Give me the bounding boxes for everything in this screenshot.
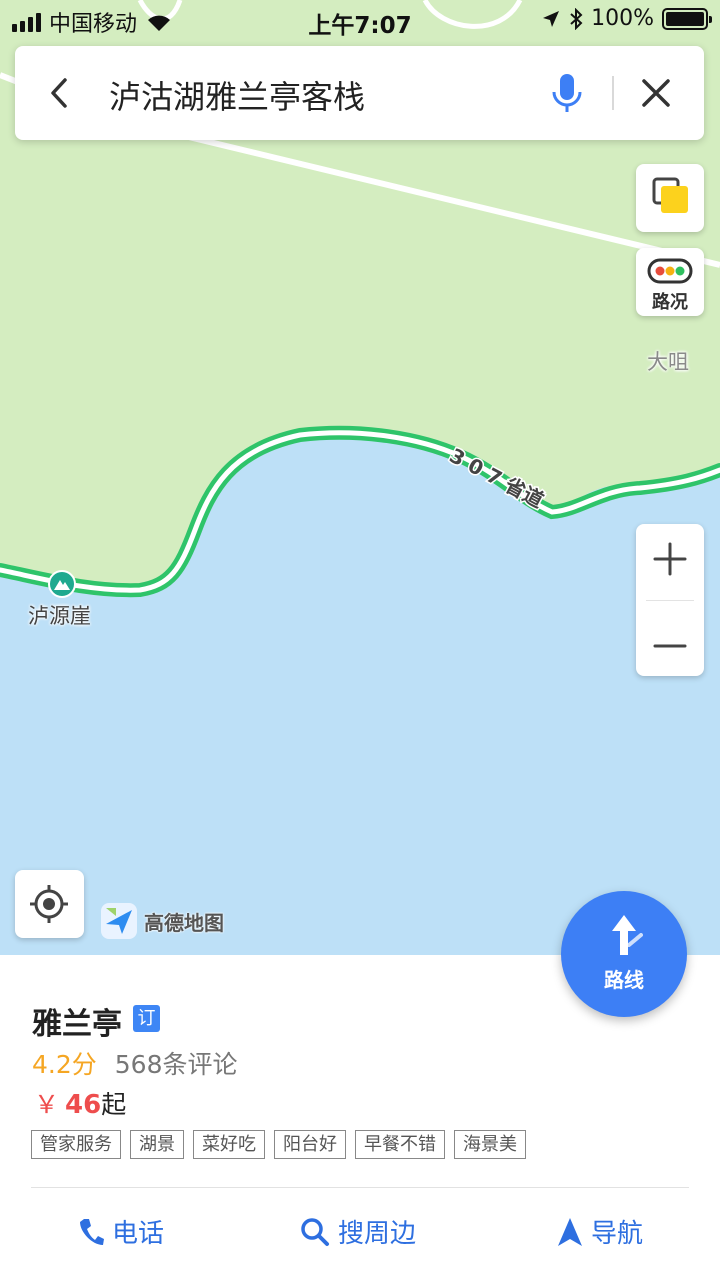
zoom-in-icon[interactable]: [636, 524, 704, 600]
traffic-label: 路况: [652, 292, 688, 313]
price-value: 46: [65, 1090, 102, 1120]
map-view[interactable]: 3 0 7 省道 大咀 泸源崖 高德地图: [0, 0, 720, 955]
close-icon[interactable]: [637, 74, 675, 112]
zoom-divider: [646, 600, 694, 601]
phone-icon: [80, 1218, 104, 1245]
price-row: ￥ 46起: [34, 1085, 126, 1121]
tag: 管家服务: [31, 1130, 121, 1159]
map-label-luyuanya[interactable]: 泸源崖: [28, 600, 91, 630]
crosshair-icon: [30, 885, 68, 923]
microphone-icon[interactable]: [547, 70, 587, 116]
back-arrow-icon[interactable]: [41, 74, 79, 112]
layers-icon: [652, 177, 688, 213]
sheet-divider: [31, 1187, 689, 1188]
location-arrow-icon: [543, 10, 560, 27]
battery-icon: [662, 7, 712, 30]
tag: 早餐不错: [355, 1130, 445, 1159]
price-symbol: ￥: [34, 1090, 60, 1119]
search-divider: [612, 76, 614, 110]
poi-mountain-icon[interactable]: [48, 570, 76, 598]
search-input[interactable]: 泸沽湖雅兰亭客栈: [109, 72, 365, 118]
search-nearby-label: 搜周边: [338, 1219, 417, 1249]
route-arrow-icon: [612, 915, 643, 955]
amap-logo: 高德地图: [100, 902, 224, 940]
search-nearby-button[interactable]: 搜周边: [300, 1213, 416, 1250]
traffic-button[interactable]: 路况: [636, 248, 704, 316]
booking-badge: 订: [133, 1005, 160, 1032]
phone-button[interactable]: 电话: [78, 1213, 164, 1250]
tag: 阳台好: [274, 1130, 346, 1159]
navigate-button[interactable]: 导航: [557, 1213, 643, 1250]
phone-label: 电话: [112, 1219, 165, 1249]
search-bar[interactable]: 泸沽湖雅兰亭客栈: [15, 46, 704, 140]
rating-row: 4.2分 568条评论: [32, 1045, 237, 1081]
map-label-dazui[interactable]: 大咀: [647, 346, 689, 376]
zoom-out-icon[interactable]: [636, 604, 704, 680]
route-label: 路线: [604, 968, 644, 992]
review-count[interactable]: 568条评论: [115, 1050, 238, 1079]
traffic-light-icon: [647, 258, 693, 284]
navigate-label: 导航: [591, 1219, 644, 1249]
place-name: 雅兰亭: [32, 1007, 122, 1042]
price-suffix: 起: [101, 1090, 127, 1119]
tag: 湖景: [130, 1130, 184, 1159]
locate-button[interactable]: [15, 870, 84, 938]
action-bar: 电话 搜周边 导航: [0, 1213, 720, 1257]
layers-button[interactable]: [636, 164, 704, 232]
route-button[interactable]: 路线: [561, 891, 687, 1017]
bluetooth-icon: [570, 7, 583, 30]
status-bar: 中国移动 上午7:07 100%: [0, 0, 720, 40]
search-icon: [301, 1217, 329, 1246]
map-canvas[interactable]: 3 0 7 省道: [0, 0, 720, 955]
navigation-arrow-icon: [558, 1217, 582, 1246]
battery-percent: 100%: [591, 6, 654, 31]
amap-logo-text: 高德地图: [144, 910, 224, 935]
tag: 菜好吃: [193, 1130, 265, 1159]
tag-list: 管家服务 湖景 菜好吃 阳台好 早餐不错 海景美: [31, 1130, 526, 1159]
amap-logo-icon: [101, 903, 137, 939]
zoom-control: [636, 524, 704, 676]
tag: 海景美: [454, 1130, 526, 1159]
rating-score: 4.2分: [32, 1050, 97, 1079]
